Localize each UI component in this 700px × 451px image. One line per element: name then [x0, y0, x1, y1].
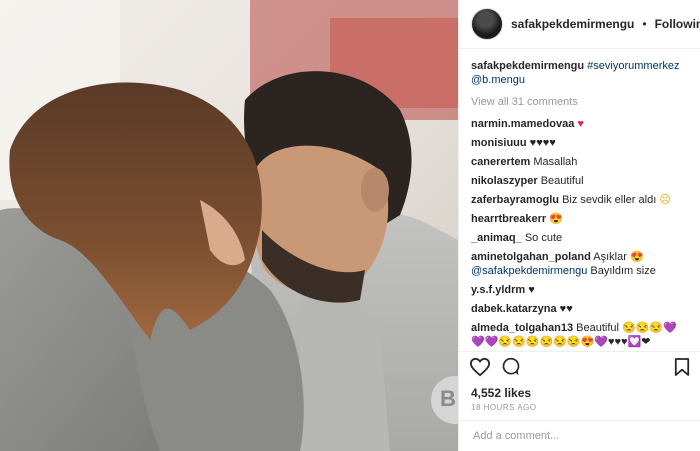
comment-button[interactable]	[501, 357, 521, 382]
comment: almeda_tolgahan13 Beautiful 😒😒😒💜💜💜😒😒😒😒😒😒…	[471, 321, 688, 349]
post-header: safakpekdemirmengu • Following	[459, 0, 700, 49]
caption: safakpekdemirmengu #seviyorummerkez @b.m…	[471, 59, 688, 87]
post-sidebar: safakpekdemirmengu • Following safakpekd…	[458, 0, 700, 451]
post-photo[interactable]: B	[0, 0, 458, 451]
comment-text: Masallah	[533, 156, 578, 168]
comment: hearrtbreakerr 😍	[471, 212, 688, 226]
comment-text: Bayıldım size	[590, 265, 656, 277]
header-separator: •	[642, 17, 647, 31]
couple-photo-illustration	[0, 0, 458, 451]
comment-text: Beautiful	[540, 175, 584, 187]
comment-username[interactable]: almeda_tolgahan13	[471, 322, 573, 334]
heart-emoji: ♥♥♥♥	[529, 137, 556, 149]
likes-count[interactable]: 4,552 likes	[459, 386, 700, 400]
add-comment-bar	[459, 421, 700, 451]
header-username[interactable]: safakpekdemirmengu	[511, 17, 634, 31]
action-bar	[459, 351, 700, 386]
comment: dabek.katarzyna ♥♥	[471, 302, 688, 316]
comment: _animaq_ So cute	[471, 231, 688, 245]
heart-emoji: ♥	[577, 118, 584, 130]
comment: y.s.f.yldrm ♥	[471, 283, 688, 297]
sad-face-emoji: ☹	[659, 194, 671, 206]
comment-text: Aşıklar	[593, 251, 627, 263]
comment-username[interactable]: hearrtbreakerr	[471, 213, 546, 225]
comment: zaferbayramoglu Biz sevdik eller aldı ☹	[471, 193, 688, 207]
caption-mention[interactable]: @b.mengu	[471, 74, 525, 86]
caption-username[interactable]: safakpekdemirmengu	[471, 60, 584, 72]
post-timestamp: 18 HOURS AGO	[459, 400, 700, 421]
comment-username[interactable]: zaferbayramoglu	[471, 194, 559, 206]
comment-text: So cute	[524, 232, 563, 244]
comment-username[interactable]: nikolaszyper	[471, 175, 538, 187]
add-comment-input[interactable]	[471, 429, 688, 443]
comment-text: Biz sevdik eller aldı	[562, 194, 657, 206]
heart-emoji: ♥	[528, 284, 535, 296]
comment: aminetolgahan_poland Aşıklar 😍 @safakpek…	[471, 250, 688, 278]
comment-username[interactable]: _animaq_	[471, 232, 522, 244]
comment: monisiuuu ♥♥♥♥	[471, 136, 688, 150]
like-button[interactable]	[469, 357, 491, 382]
avatar[interactable]	[471, 8, 503, 40]
comment-username[interactable]: dabek.katarzyna	[471, 303, 557, 315]
view-all-comments[interactable]: View all 31 comments	[471, 95, 688, 109]
comment-username[interactable]: aminetolgahan_poland	[471, 251, 591, 263]
comment-username[interactable]: narmin.mamedovaa	[471, 118, 574, 130]
comments-list[interactable]: safakpekdemirmengu #seviyorummerkez @b.m…	[459, 49, 700, 351]
comment-username[interactable]: y.s.f.yldrm	[471, 284, 525, 296]
comment-username[interactable]: monisiuuu	[471, 137, 527, 149]
save-button[interactable]	[674, 357, 690, 382]
heart-eyes-emoji: 😍	[629, 251, 644, 263]
instagram-post: B safakpekdemirmengu • Following safakpe…	[0, 0, 700, 451]
comment-username[interactable]: canerertem	[471, 156, 530, 168]
watermark-logo: B	[440, 386, 456, 411]
comment: nikolaszyper Beautiful	[471, 174, 688, 188]
heart-eyes-emoji: 😍	[549, 213, 563, 225]
caption-hashtag[interactable]: #seviyorummerkez	[587, 60, 679, 72]
following-button[interactable]: Following	[655, 17, 700, 31]
heart-emoji: ♥♥	[559, 303, 573, 315]
heart-icon	[469, 357, 491, 376]
comment-bubble-icon	[502, 357, 520, 375]
comment-mention[interactable]: @safakpekdemirmengu	[471, 265, 587, 277]
comment-text: Beautiful	[576, 322, 619, 334]
comment: canerertem Masallah	[471, 155, 688, 169]
bookmark-icon	[674, 357, 690, 376]
comment: narmin.mamedovaa ♥	[471, 117, 688, 131]
